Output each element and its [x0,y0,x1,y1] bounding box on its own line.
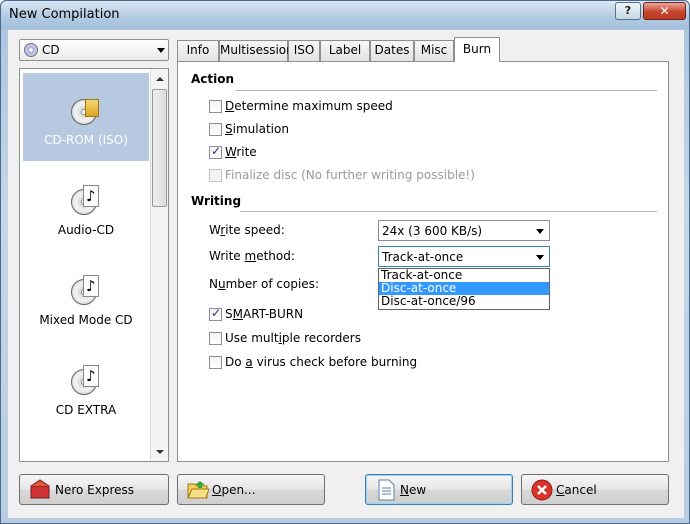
checkbox-box[interactable] [209,123,222,136]
cd-extra-icon: ♪ [71,365,101,395]
tab-label[interactable]: Label [320,40,370,61]
checkbox-label: Do a virus check before burning [225,355,418,369]
sidebar-item-audio-cd[interactable]: ♪ Audio-CD [23,163,149,251]
divider [240,211,657,212]
checkbox-label: rite [236,145,257,159]
cd-icon [24,43,38,57]
scroll-up-icon[interactable] [156,77,164,81]
tab-multisession[interactable]: Multisession [219,40,294,61]
button-label: Cancel [556,483,597,497]
window-title: New Compilation [9,7,120,22]
sidebar-item-cd-rom-iso[interactable]: CD-ROM (ISO) [23,73,149,161]
write-method-label: Write method: [209,249,295,263]
sidebar-item-label: Mixed Mode CD [39,313,133,327]
mnemonic: W [225,145,237,159]
button-label: Nero Express [55,483,135,497]
sidebar-item-label: Audio-CD [57,223,115,237]
sidebar-item-mixed-mode-cd[interactable]: ♪ Mixed Mode CD [23,253,149,341]
mnemonic: S [225,122,233,136]
disc-type-dropdown[interactable]: CD [19,39,169,61]
sidebar-item-label: CD-ROM (ISO) [44,133,128,147]
checkbox-box[interactable] [209,306,222,321]
new-button[interactable]: New [365,474,513,505]
close-button[interactable]: ✕ [643,2,686,20]
tab-burn[interactable]: Burn [454,37,500,62]
mixed-mode-cd-icon: ♪ [71,275,101,305]
mnemonic: D [225,99,235,113]
number-of-copies-label: Number of copies: [209,277,319,291]
checkbox-label: Use multiple recorders [225,331,361,345]
checkbox-label: imulation [232,122,289,136]
checkbox-box[interactable] [209,100,222,113]
checkbox-label: etermine maximum speed [234,99,393,113]
write-method-value: Track-at-once [382,250,464,264]
help-button[interactable]: ? [615,2,641,20]
button-label: New [400,483,427,497]
audio-cd-icon: ♪ [71,185,101,215]
chevron-down-icon [157,48,165,53]
tab-misc[interactable]: Misc [414,40,454,61]
title-bar[interactable]: New Compilation ? ✕ [1,1,689,29]
disc-type-value: CD [42,43,60,57]
open-button[interactable]: Open... [177,474,325,505]
scrollbar-thumb[interactable] [152,89,167,207]
checkbox-box[interactable] [209,356,222,369]
action-section-title: Action [191,72,235,86]
write-speed-value: 24x (3 600 KB/s) [382,224,483,238]
scroll-down-icon[interactable] [156,450,164,454]
write-speed-label: Write speed: [209,223,285,237]
write-method-options[interactable]: Track-at-once Disc-at-once Disc-at-once/… [378,268,550,310]
checkbox-label: Finalize disc (No further writing possib… [225,168,475,182]
sidebar-item-cd-extra[interactable]: ♪ CD EXTRA [23,343,149,431]
cancel-icon [531,479,553,501]
divider [236,90,657,91]
option-disc-at-once-96[interactable]: Disc-at-once/96 [379,295,549,308]
cd-rom-iso-icon [71,95,101,125]
checkbox-label: SMART-BURN [225,307,304,321]
new-document-icon [378,479,395,501]
button-label: Open... [212,483,256,497]
sidebar-item-label: CD EXTRA [55,403,117,417]
writing-section-title: Writing [191,194,242,208]
burn-panel: Action Determine maximum speed Simulatio… [177,61,669,462]
checkbox-box [209,169,222,182]
chevron-down-icon [536,255,544,260]
chevron-down-icon [536,229,544,234]
nero-express-icon [30,479,50,499]
tab-info[interactable]: Info [177,40,219,61]
compilation-type-list[interactable]: CD-ROM (ISO) ♪ Audio-CD ♪ Mixed Mode CD … [19,68,169,462]
tab-iso[interactable]: ISO [288,40,320,61]
nero-express-button[interactable]: Nero Express [19,474,169,505]
checkbox-box[interactable] [209,144,222,159]
write-speed-dropdown[interactable]: 24x (3 600 KB/s) [378,220,550,241]
tab-dates[interactable]: Dates [370,40,414,61]
write-method-dropdown[interactable]: Track-at-once [378,246,550,267]
sidebar-scrollbar[interactable] [150,69,168,461]
open-folder-icon [187,481,210,499]
cancel-button[interactable]: Cancel [521,474,669,505]
checkbox-box[interactable] [209,332,222,345]
